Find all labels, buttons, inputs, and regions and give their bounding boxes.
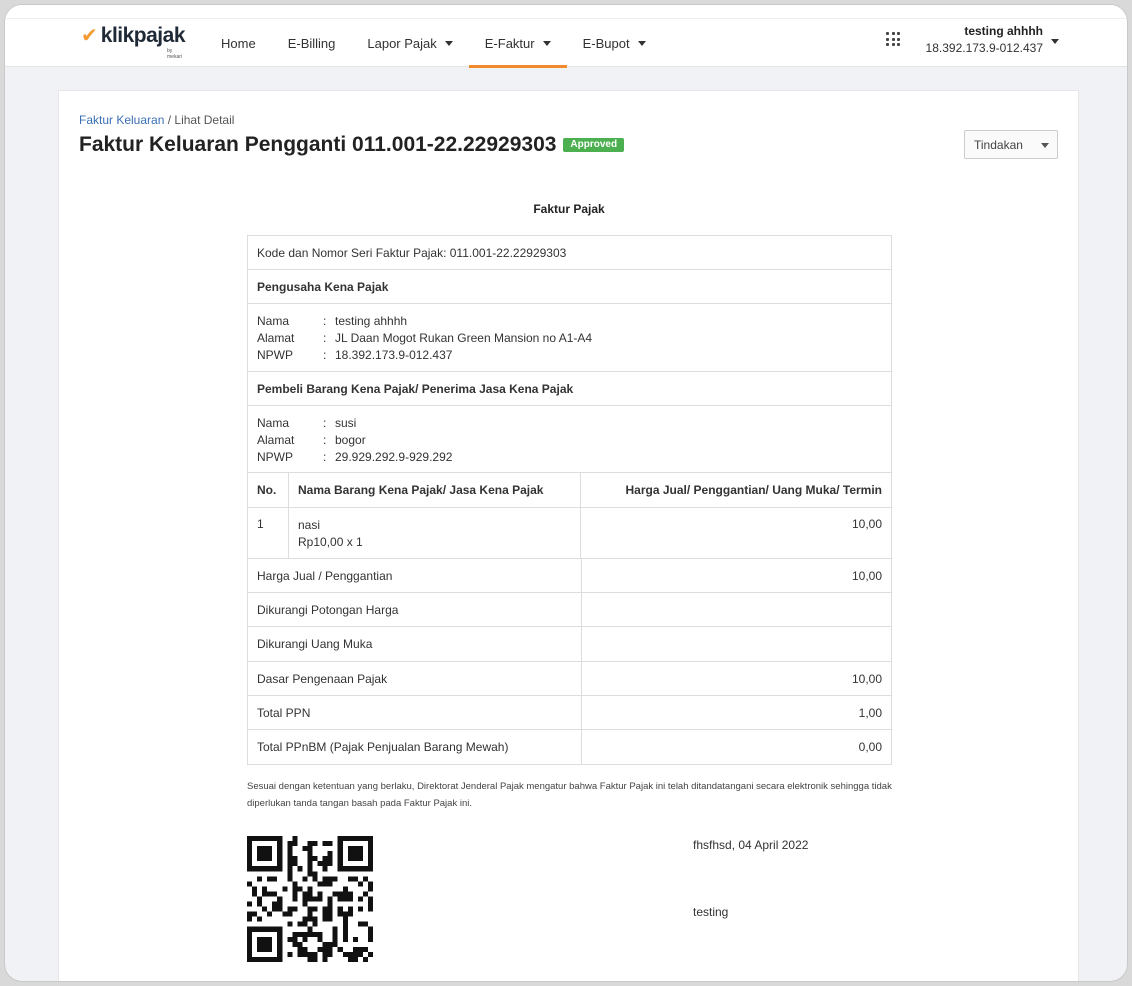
tindakan-label: Tindakan [974, 137, 1023, 152]
item-description: nasi Rp10,00 x 1 [289, 508, 581, 558]
pembeli-npwp: 29.929.292.9-929.292 [335, 449, 453, 464]
col-header-nama: Nama Barang Kena Pajak/ Jasa Kena Pajak [289, 473, 581, 507]
separator: : [323, 415, 327, 430]
summary-value: 10,00 [851, 671, 882, 686]
summary-row: Harga Jual / Penggantian 10,00 [248, 559, 891, 593]
page-title: Faktur Keluaran Pengganti 011.001-22.229… [79, 133, 625, 157]
item-detail: Rp10,00 x 1 [298, 535, 363, 549]
nav-e-bupot-label: E-Bupot [582, 35, 630, 51]
summary-label: Harga Jual / Penggantian [248, 559, 582, 592]
summary-value: 10,00 [851, 568, 882, 583]
summary-row: Dasar Pengenaan Pajak 10,00 [248, 662, 891, 696]
logo-subtext: by mekari [167, 48, 183, 60]
doc-title: Faktur Pajak [533, 202, 605, 216]
nav-home-label: Home [221, 35, 256, 51]
caret-down-icon[interactable] [1051, 39, 1059, 44]
check-icon: ✔ [81, 25, 98, 47]
summary-value [582, 627, 891, 661]
item-name: nasi [298, 518, 321, 532]
label-npwp: NPWP [257, 347, 293, 362]
kode-text: Kode dan Nomor Seri Faktur Pajak: 011.00… [257, 245, 567, 260]
pkp-npwp: 18.392.173.9-012.437 [335, 347, 453, 362]
e-signature-note: Sesuai dengan ketentuan yang berlaku, Di… [247, 781, 892, 809]
pkp-heading: Pengusaha Kena Pajak [248, 270, 891, 304]
apps-grid-icon[interactable] [886, 32, 900, 46]
browser-window: ✔ klikpajak by mekari Home E-Billing Lap… [4, 4, 1128, 982]
nav-e-faktur-label: E-Faktur [484, 35, 535, 51]
col-header-no: No. [248, 473, 289, 507]
user-menu[interactable]: testing ahhhh 18.392.173.9-012.437 [926, 24, 1043, 55]
kode-row: Kode dan Nomor Seri Faktur Pajak: 011.00… [248, 236, 891, 270]
summary-label: Dasar Pengenaan Pajak [248, 662, 582, 695]
top-navbar: ✔ klikpajak by mekari Home E-Billing Lap… [5, 5, 1127, 68]
nav-e-bupot[interactable]: E-Bupot [567, 19, 662, 67]
summary-value: 1,00 [858, 705, 882, 720]
label-alamat: Alamat [257, 432, 295, 447]
summary-row: Dikurangi Uang Muka [248, 627, 891, 662]
user-npwp: 18.392.173.9-012.437 [925, 41, 1043, 55]
nav-lapor-pajak-label: Lapor Pajak [367, 35, 437, 51]
items-header-row: No. Nama Barang Kena Pajak/ Jasa Kena Pa… [248, 473, 891, 508]
separator: : [323, 449, 327, 464]
breadcrumb-faktur-keluaran[interactable]: Faktur Keluaran [79, 113, 164, 127]
summary-row: Total PPN 1,00 [248, 696, 891, 730]
pkp-nama: testing ahhhh [335, 313, 408, 328]
main-nav: Home E-Billing Lapor Pajak E-Faktur E-Bu… [205, 19, 662, 68]
summary-label: Dikurangi Potongan Harga [248, 593, 582, 626]
pembeli-alamat: bogor [335, 432, 366, 447]
table-row: 1 nasi Rp10,00 x 1 10,00 [248, 508, 891, 559]
nav-lapor-pajak[interactable]: Lapor Pajak [351, 19, 468, 67]
breadcrumb-separator: / [164, 113, 175, 127]
page-title-text: Faktur Keluaran Pengganti 011.001-22.229… [79, 133, 557, 156]
separator: : [323, 432, 327, 447]
nav-e-faktur[interactable]: E-Faktur [468, 19, 567, 68]
pkp-heading-text: Pengusaha Kena Pajak [257, 279, 389, 294]
caret-down-icon [542, 40, 551, 46]
logo-text: klikpajak [100, 24, 186, 47]
pembeli-details: Nama: susi Alamat: bogor NPWP:29.929.292.9… [248, 406, 891, 473]
summary-value: 0,00 [858, 740, 882, 754]
summary-label: Total PPnBM (Pajak Penjualan Barang Mewa… [248, 730, 582, 764]
separator: : [323, 313, 327, 328]
summary-label: Dikurangi Uang Muka [248, 627, 582, 661]
pembeli-nama: susi [335, 415, 357, 430]
sign-name: testing [693, 905, 729, 919]
top-strip [5, 5, 1127, 19]
pembeli-heading: Pembeli Barang Kena Pajak/ Penerima Jasa… [248, 372, 891, 406]
label-nama: Nama [257, 313, 290, 328]
pkp-alamat: JL Daan Mogot Rukan Green Mansion no A1-… [335, 330, 593, 345]
klikpajak-logo[interactable]: ✔ klikpajak by mekari [81, 24, 186, 60]
summary-row: Total PPnBM (Pajak Penjualan Barang Mewa… [248, 730, 891, 764]
tindakan-dropdown[interactable]: Tindakan [964, 130, 1058, 159]
col-header-harga: Harga Jual/ Penggantian/ Uang Muka/ Term… [625, 483, 883, 497]
caret-down-icon [1041, 143, 1049, 148]
sign-place-date: fhsfhsd, 04 April 2022 [693, 838, 809, 852]
nav-e-billing[interactable]: E-Billing [272, 19, 352, 67]
summary-value [582, 593, 891, 626]
label-nama: Nama [257, 415, 290, 430]
breadcrumb-current: Lihat Detail [174, 113, 235, 127]
detail-card: Faktur Keluaran / Lihat Detail Faktur Ke… [58, 90, 1079, 981]
user-name: testing ahhhh [964, 24, 1043, 38]
separator: : [323, 347, 327, 362]
separator: : [323, 330, 327, 345]
qr-code [247, 836, 373, 962]
faktur-table: Kode dan Nomor Seri Faktur Pajak: 011.00… [247, 235, 892, 765]
nav-e-billing-label: E-Billing [287, 35, 336, 51]
pkp-details: Nama: testing ahhhh Alamat: JL Daan Mogot … [248, 304, 891, 372]
caret-down-icon [444, 40, 453, 46]
breadcrumb: Faktur Keluaran / Lihat Detail [79, 113, 234, 127]
status-badge: Approved [563, 138, 625, 152]
pembeli-heading-text: Pembeli Barang Kena Pajak/ Penerima Jasa… [257, 381, 574, 396]
summary-row: Dikurangi Potongan Harga [248, 593, 891, 627]
item-amount: 10,00 [851, 517, 882, 531]
caret-down-icon [637, 40, 646, 46]
summary-label: Total PPN [248, 696, 582, 729]
item-no: 1 [248, 508, 289, 558]
label-alamat: Alamat [257, 330, 295, 345]
label-npwp: NPWP [257, 449, 293, 464]
nav-home[interactable]: Home [205, 19, 272, 67]
